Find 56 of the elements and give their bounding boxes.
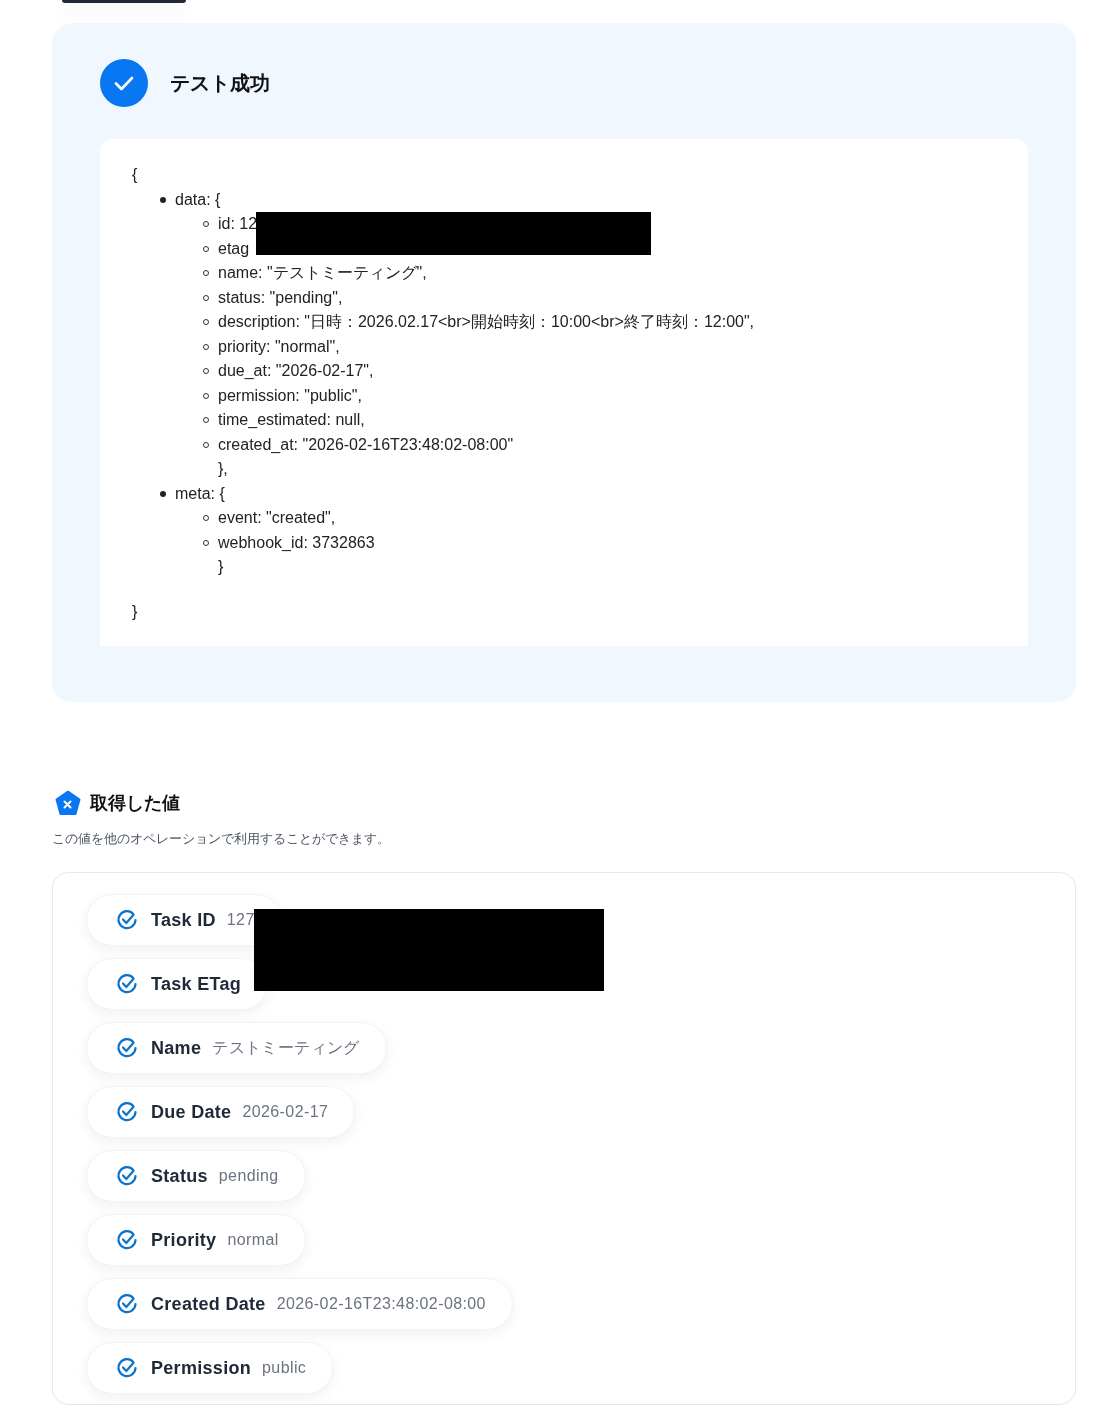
pentagon-x-icon	[55, 790, 81, 816]
section-description: この値を他のオペレーションで利用することができます。	[52, 830, 391, 848]
bullet-icon	[160, 490, 166, 497]
check-circle-icon	[116, 1165, 138, 1187]
check-circle-icon	[116, 1357, 138, 1379]
code-line: }	[132, 601, 139, 622]
code-line: event: "created",	[218, 508, 336, 528]
code-line: status: "pending",	[218, 287, 343, 308]
value-label: Task ETag	[151, 973, 242, 995]
value-chip[interactable]: Name テストミーティング	[86, 1022, 387, 1074]
code-line: id: 12	[218, 214, 258, 234]
value-text: public	[262, 1359, 307, 1377]
code-line: permission: "public",	[218, 385, 362, 406]
value-text: 127	[226, 911, 255, 929]
check-circle-icon	[116, 909, 138, 931]
value-text: pending	[218, 1167, 279, 1185]
value-chip[interactable]: Status pending	[86, 1150, 306, 1202]
check-circle-icon	[116, 1293, 138, 1315]
value-chip[interactable]: Task ETag	[86, 958, 269, 1010]
result-title: テスト成功	[170, 70, 270, 96]
section-title: 取得した値	[90, 792, 180, 815]
value-label: Status	[151, 1165, 208, 1187]
check-circle-icon	[116, 1037, 138, 1059]
code-line: priority: "normal",	[218, 336, 340, 357]
check-circle-icon	[116, 973, 138, 995]
check-circle-icon	[116, 1229, 138, 1251]
code-line: name: "テストミーティング",	[218, 263, 427, 283]
value-text: 2026-02-17	[242, 1103, 329, 1121]
code-line: time_estimated: null,	[218, 410, 365, 430]
code-line: data: {	[175, 189, 221, 210]
check-icon	[100, 59, 148, 107]
value-text: normal	[227, 1231, 279, 1249]
dark-button[interactable]	[62, 0, 186, 3]
value-chip[interactable]: Due Date 2026-02-17	[86, 1086, 356, 1138]
value-text: テストミーティング	[212, 1037, 360, 1058]
value-chip[interactable]: Created Date 2026-02-16T23:48:02-08:00	[86, 1278, 513, 1330]
value-label: Due Date	[151, 1101, 232, 1123]
code-line: },	[217, 459, 229, 479]
value-label: Task ID	[151, 909, 216, 931]
value-chip[interactable]: Permission public	[86, 1342, 334, 1394]
code-line: due_at: "2026-02-17",	[218, 361, 374, 381]
code-line: meta: {	[175, 483, 225, 504]
code-line: etag	[218, 238, 250, 259]
code-line: }	[217, 557, 225, 577]
check-circle-icon	[116, 1101, 138, 1123]
value-label: Name	[151, 1037, 202, 1059]
code-line: webhook_id: 3732863	[218, 532, 375, 553]
code-line: {	[132, 165, 139, 185]
code-line: created_at: "2026-02-16T23:48:02-08:00"	[218, 434, 514, 455]
value-chip[interactable]: Priority normal	[86, 1214, 306, 1266]
value-label: Permission	[151, 1357, 252, 1379]
value-text: 2026-02-16T23:48:02-08:00	[276, 1295, 486, 1313]
value-label: Created Date	[151, 1293, 266, 1315]
value-label: Priority	[151, 1229, 217, 1251]
bullet-icon	[160, 196, 166, 203]
code-line: description: "日時：2026.02.17<br>開始時刻：10:00<br>終了時刻：12:00",	[218, 312, 755, 332]
